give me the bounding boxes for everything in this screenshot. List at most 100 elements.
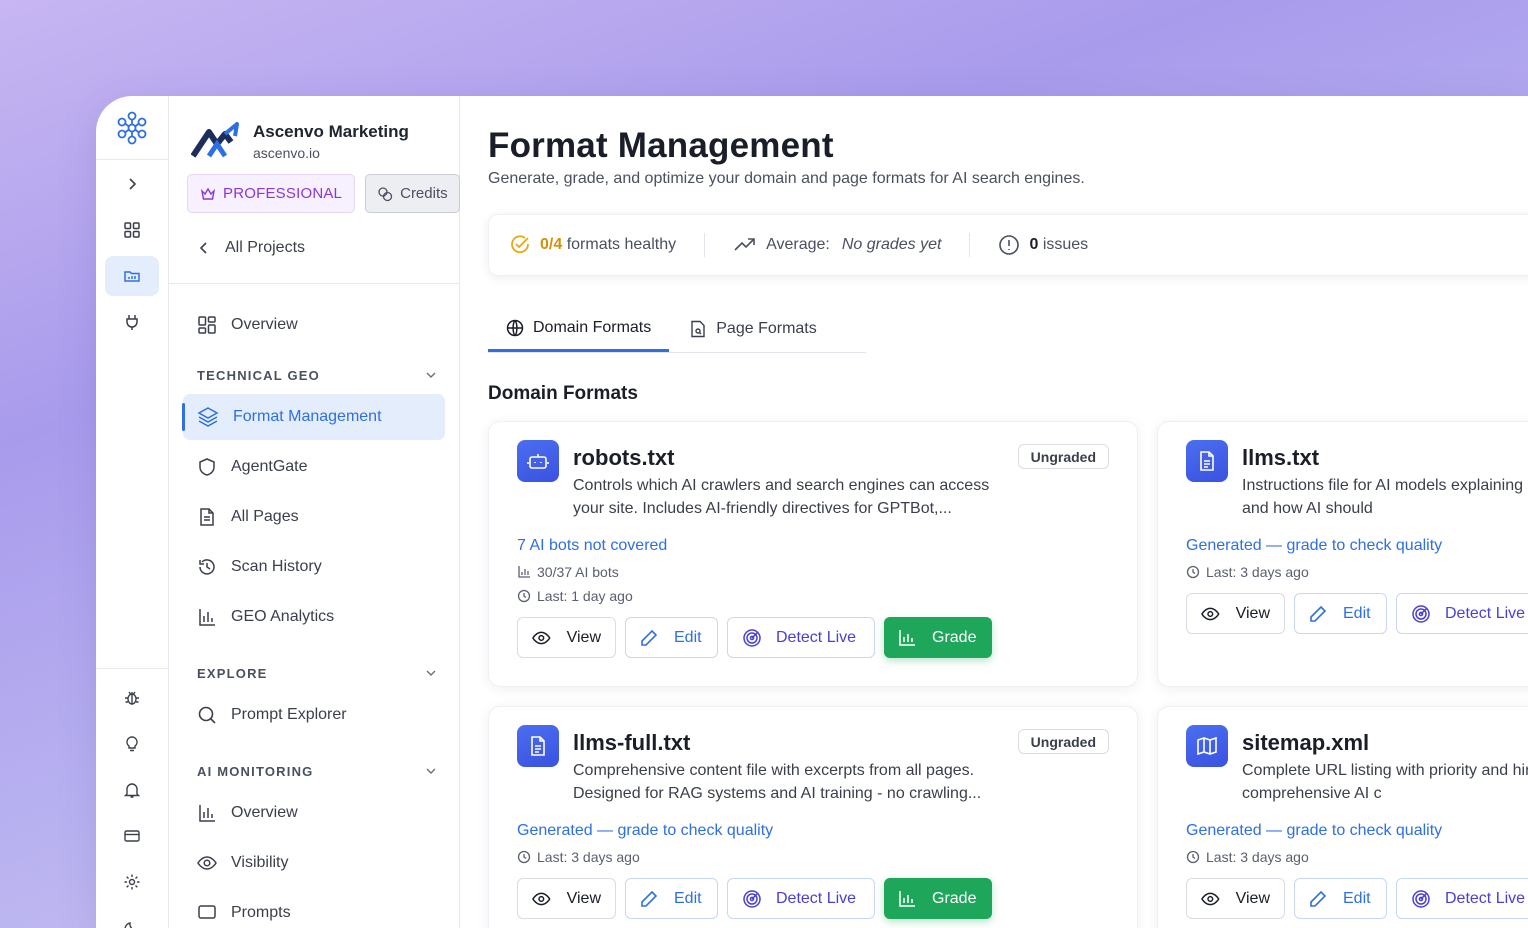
grid-icon [124, 222, 140, 238]
section-label: TECHNICAL GEO [197, 367, 320, 383]
card-description: Complete URL listing with priority and h… [1242, 762, 1528, 802]
ascenvo-logo-icon [191, 122, 239, 158]
rail-theme[interactable] [105, 908, 159, 928]
issues-count: 0 [1029, 236, 1039, 253]
rail-billing[interactable] [105, 816, 159, 856]
grade-button[interactable]: Grade [884, 878, 992, 919]
rail-integrations[interactable] [105, 302, 159, 342]
card-description: Instructions file for AI models explaini… [1242, 477, 1528, 517]
plan-label: PROFESSIONAL [223, 185, 343, 202]
sidebar-item-prompts[interactable]: Prompts [183, 890, 445, 928]
sidebar-item-label: All Pages [231, 508, 299, 525]
edit-button[interactable]: Edit [1294, 878, 1387, 919]
tab-page-formats[interactable]: Page Formats [669, 306, 834, 352]
status-badge: Ungraded [1017, 729, 1109, 754]
gear-icon [124, 874, 140, 890]
card-last-updated: Last: 1 day ago [517, 588, 1137, 604]
edit-button[interactable]: Edit [1294, 593, 1387, 634]
button-label: View [566, 889, 601, 907]
document-icon [1186, 440, 1228, 482]
detect-live-button[interactable]: Detect Live [1396, 593, 1528, 634]
button-label: Detect Live [776, 889, 857, 907]
tab-label: Page Formats [716, 320, 817, 337]
eye-icon [532, 892, 551, 905]
sidebar-item-label: AgentGate [231, 458, 308, 475]
detect-live-button[interactable]: Detect Live [727, 617, 875, 658]
grade-button[interactable]: Grade [884, 617, 992, 658]
meta-text: Last: 3 days ago [1206, 849, 1309, 865]
expand-sidebar-button[interactable] [105, 164, 159, 204]
org-header[interactable]: Ascenvo Marketing ascenvo.io [169, 96, 459, 164]
credits-label: Credits [400, 185, 448, 202]
edit-button[interactable]: Edit [625, 617, 718, 658]
section-label: EXPLORE [197, 665, 268, 681]
bug-icon [125, 691, 139, 705]
rail-settings[interactable] [105, 862, 159, 902]
sidebar-item-format-management[interactable]: Format Management [182, 394, 445, 440]
sidebar-item-prompt-explorer[interactable]: Prompt Explorer [183, 692, 445, 738]
card-title: robots.txt [573, 445, 675, 470]
button-label: Detect Live [1445, 889, 1526, 907]
tab-domain-formats[interactable]: Domain Formats [488, 306, 670, 352]
card-description: Comprehensive content file with excerpts… [573, 762, 982, 802]
card-status-link[interactable]: Generated — grade to check quality [1186, 822, 1528, 840]
sidebar: Ascenvo Marketing ascenvo.io PROFESSIONA… [169, 96, 460, 928]
card-status-link[interactable]: 7 AI bots not covered [517, 537, 1137, 555]
rail-projects[interactable] [105, 256, 159, 296]
sidebar-item-monitoring-overview[interactable]: Overview [183, 790, 445, 836]
pencil-icon [641, 629, 658, 646]
card-status-link[interactable]: Generated — grade to check quality [517, 822, 1137, 840]
clock-icon [517, 850, 531, 864]
section-explore[interactable]: EXPLORE [169, 656, 459, 690]
radar-icon [1412, 604, 1430, 623]
detect-live-button[interactable]: Detect Live [727, 878, 875, 919]
crown-icon [200, 187, 216, 200]
org-name: Ascenvo Marketing [253, 121, 409, 141]
main-content: Format Management Generate, grade, and o… [460, 96, 1528, 928]
sidebar-item-scan-history[interactable]: Scan History [183, 544, 445, 590]
eye-icon [197, 856, 217, 870]
robot-icon [517, 440, 559, 482]
button-label: Grade [932, 889, 977, 907]
view-button[interactable]: View [1186, 878, 1285, 919]
view-button[interactable]: View [517, 617, 616, 658]
document-icon [517, 725, 559, 767]
app-logo[interactable] [96, 96, 168, 160]
rail-notifications[interactable] [105, 770, 159, 810]
button-label: Edit [674, 628, 702, 646]
radar-icon [743, 889, 761, 908]
clock-icon [1186, 565, 1200, 579]
plan-badge[interactable]: PROFESSIONAL [187, 174, 356, 213]
sidebar-item-all-pages[interactable]: All Pages [183, 494, 445, 540]
sidebar-item-geo-analytics[interactable]: GEO Analytics [183, 594, 445, 640]
chevron-down-icon [426, 670, 436, 676]
pencil-icon [1310, 605, 1327, 622]
detect-live-button[interactable]: Detect Live [1396, 878, 1528, 919]
sidebar-item-overview[interactable]: Overview [183, 302, 445, 348]
format-tabs: Domain Formats Page Formats [488, 306, 866, 353]
card-last-updated: Last: 3 days ago [1186, 849, 1528, 865]
sidebar-item-label: Scan History [231, 558, 322, 575]
icon-rail [96, 96, 169, 928]
card-status-link[interactable]: Generated — grade to check quality [1186, 537, 1528, 555]
card-description: Controls which AI crawlers and search en… [573, 477, 990, 517]
rail-ideas[interactable] [105, 724, 159, 764]
credits-button[interactable]: Credits [365, 174, 460, 213]
view-button[interactable]: View [1186, 593, 1285, 634]
sidebar-item-agentgate[interactable]: AgentGate [183, 444, 445, 490]
average-value: No grades yet [841, 236, 942, 253]
view-button[interactable]: View [517, 878, 616, 919]
issues-label: issues [1042, 236, 1089, 253]
section-ai-monitoring[interactable]: AI MONITORING [169, 754, 459, 788]
all-projects-link[interactable]: All Projects [169, 229, 459, 267]
chevron-left-icon [199, 242, 207, 254]
rail-dashboard[interactable] [105, 210, 159, 250]
sidebar-item-visibility[interactable]: Visibility [183, 840, 445, 886]
folder-chart-icon [124, 271, 140, 282]
card-last-updated: Last: 3 days ago [517, 849, 1137, 865]
button-label: Edit [1343, 889, 1371, 907]
edit-button[interactable]: Edit [625, 878, 718, 919]
rail-debug[interactable] [105, 678, 159, 718]
pencil-icon [1310, 890, 1327, 907]
section-technical-geo[interactable]: TECHNICAL GEO [169, 358, 459, 392]
